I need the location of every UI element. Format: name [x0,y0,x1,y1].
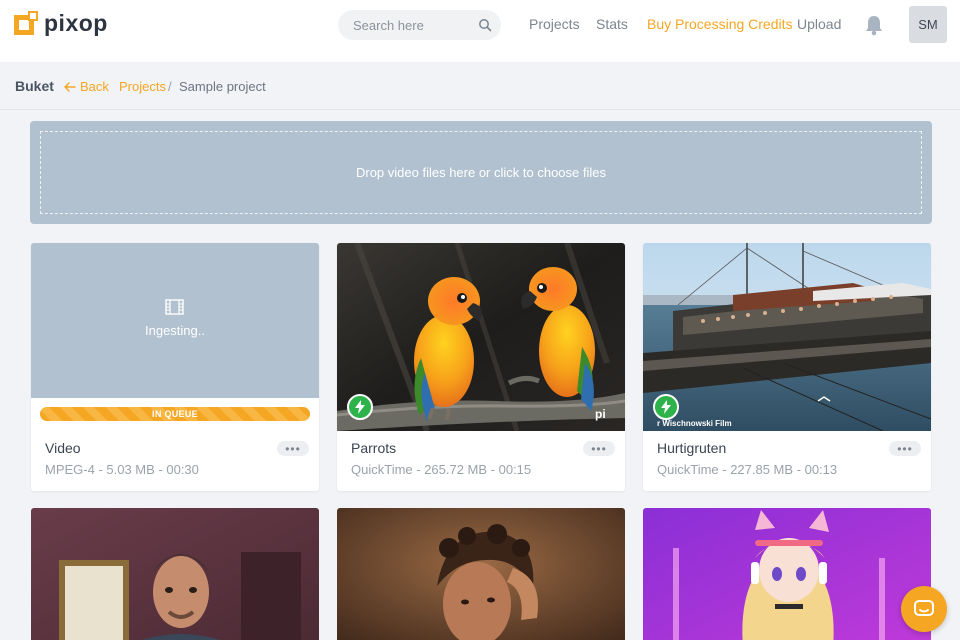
back-link-label: Back [80,79,109,94]
thumbnail-watermark: r Wischnowski Film [657,419,732,428]
breadcrumb-separator: / [168,79,172,94]
dropzone-text: Drop video files here or click to choose… [355,165,606,180]
pixop-logo-icon [14,11,38,35]
chat-icon [914,600,934,616]
pixop-logo[interactable]: pixop [14,10,108,36]
video-title: Video [45,440,81,456]
top-header: pixop Projects Stats Buy Processing Cred… [0,0,960,62]
bolt-icon [653,394,679,420]
video-card[interactable]: pi Parrots QuickTime - 265.72 MB - 00:15… [337,243,625,491]
search-box[interactable] [338,10,501,40]
ingest-status: Ingesting.. [145,323,205,338]
nav-buy-credits[interactable]: Buy Processing Credits [647,16,793,32]
video-thumbnail[interactable] [643,508,931,640]
search-input[interactable] [338,10,478,40]
nav-upload[interactable]: Upload [797,16,841,32]
queue-label: IN QUEUE [152,409,198,419]
back-arrow-icon [64,81,76,92]
more-icon[interactable]: ••• [583,441,615,456]
page-title: Buket [15,78,54,94]
breadcrumb-projects-link[interactable]: Projects [119,79,166,94]
nav-projects[interactable]: Projects [529,16,580,32]
video-thumbnail[interactable] [337,243,625,431]
video-card[interactable]: r Wischnowski Film Hurtigruten QuickTime… [643,243,931,491]
bolt-icon [347,394,373,420]
video-card[interactable] [31,508,319,640]
film-icon [165,299,184,315]
ingest-placeholder: Ingesting.. [31,243,319,398]
video-card[interactable]: Ingesting.. IN QUEUE Video MPEG-4 - 5.03… [31,243,319,491]
breadcrumb-current: Sample project [179,79,266,94]
user-avatar[interactable]: SM [909,6,947,43]
video-meta: MPEG-4 - 5.03 MB - 00:30 [45,462,199,477]
search-icon[interactable] [478,18,492,32]
dropzone-border: Drop video files here or click to choose… [40,131,922,214]
video-thumbnail[interactable] [337,508,625,640]
breadcrumb: Buket Back Projects / Sample project [0,62,960,110]
nav-stats[interactable]: Stats [596,16,628,32]
chat-launcher-button[interactable] [901,586,947,632]
thumbnail-watermark: pi [595,407,606,421]
video-meta: QuickTime - 265.72 MB - 00:15 [351,462,532,477]
bell-icon[interactable] [864,14,884,36]
video-title: Hurtigruten [657,440,727,456]
back-link[interactable]: Back [64,79,109,94]
video-thumbnail[interactable] [31,508,319,640]
video-card[interactable] [337,508,625,640]
video-card[interactable] [643,508,931,640]
video-title: Parrots [351,440,397,456]
video-meta: QuickTime - 227.85 MB - 00:13 [657,462,838,477]
queue-progress-bar: IN QUEUE [40,407,310,421]
upload-dropzone[interactable]: Drop video files here or click to choose… [30,121,932,224]
more-icon[interactable]: ••• [889,441,921,456]
more-icon[interactable]: ••• [277,441,309,456]
video-thumbnail[interactable] [643,243,931,431]
logo-text: pixop [44,9,108,36]
